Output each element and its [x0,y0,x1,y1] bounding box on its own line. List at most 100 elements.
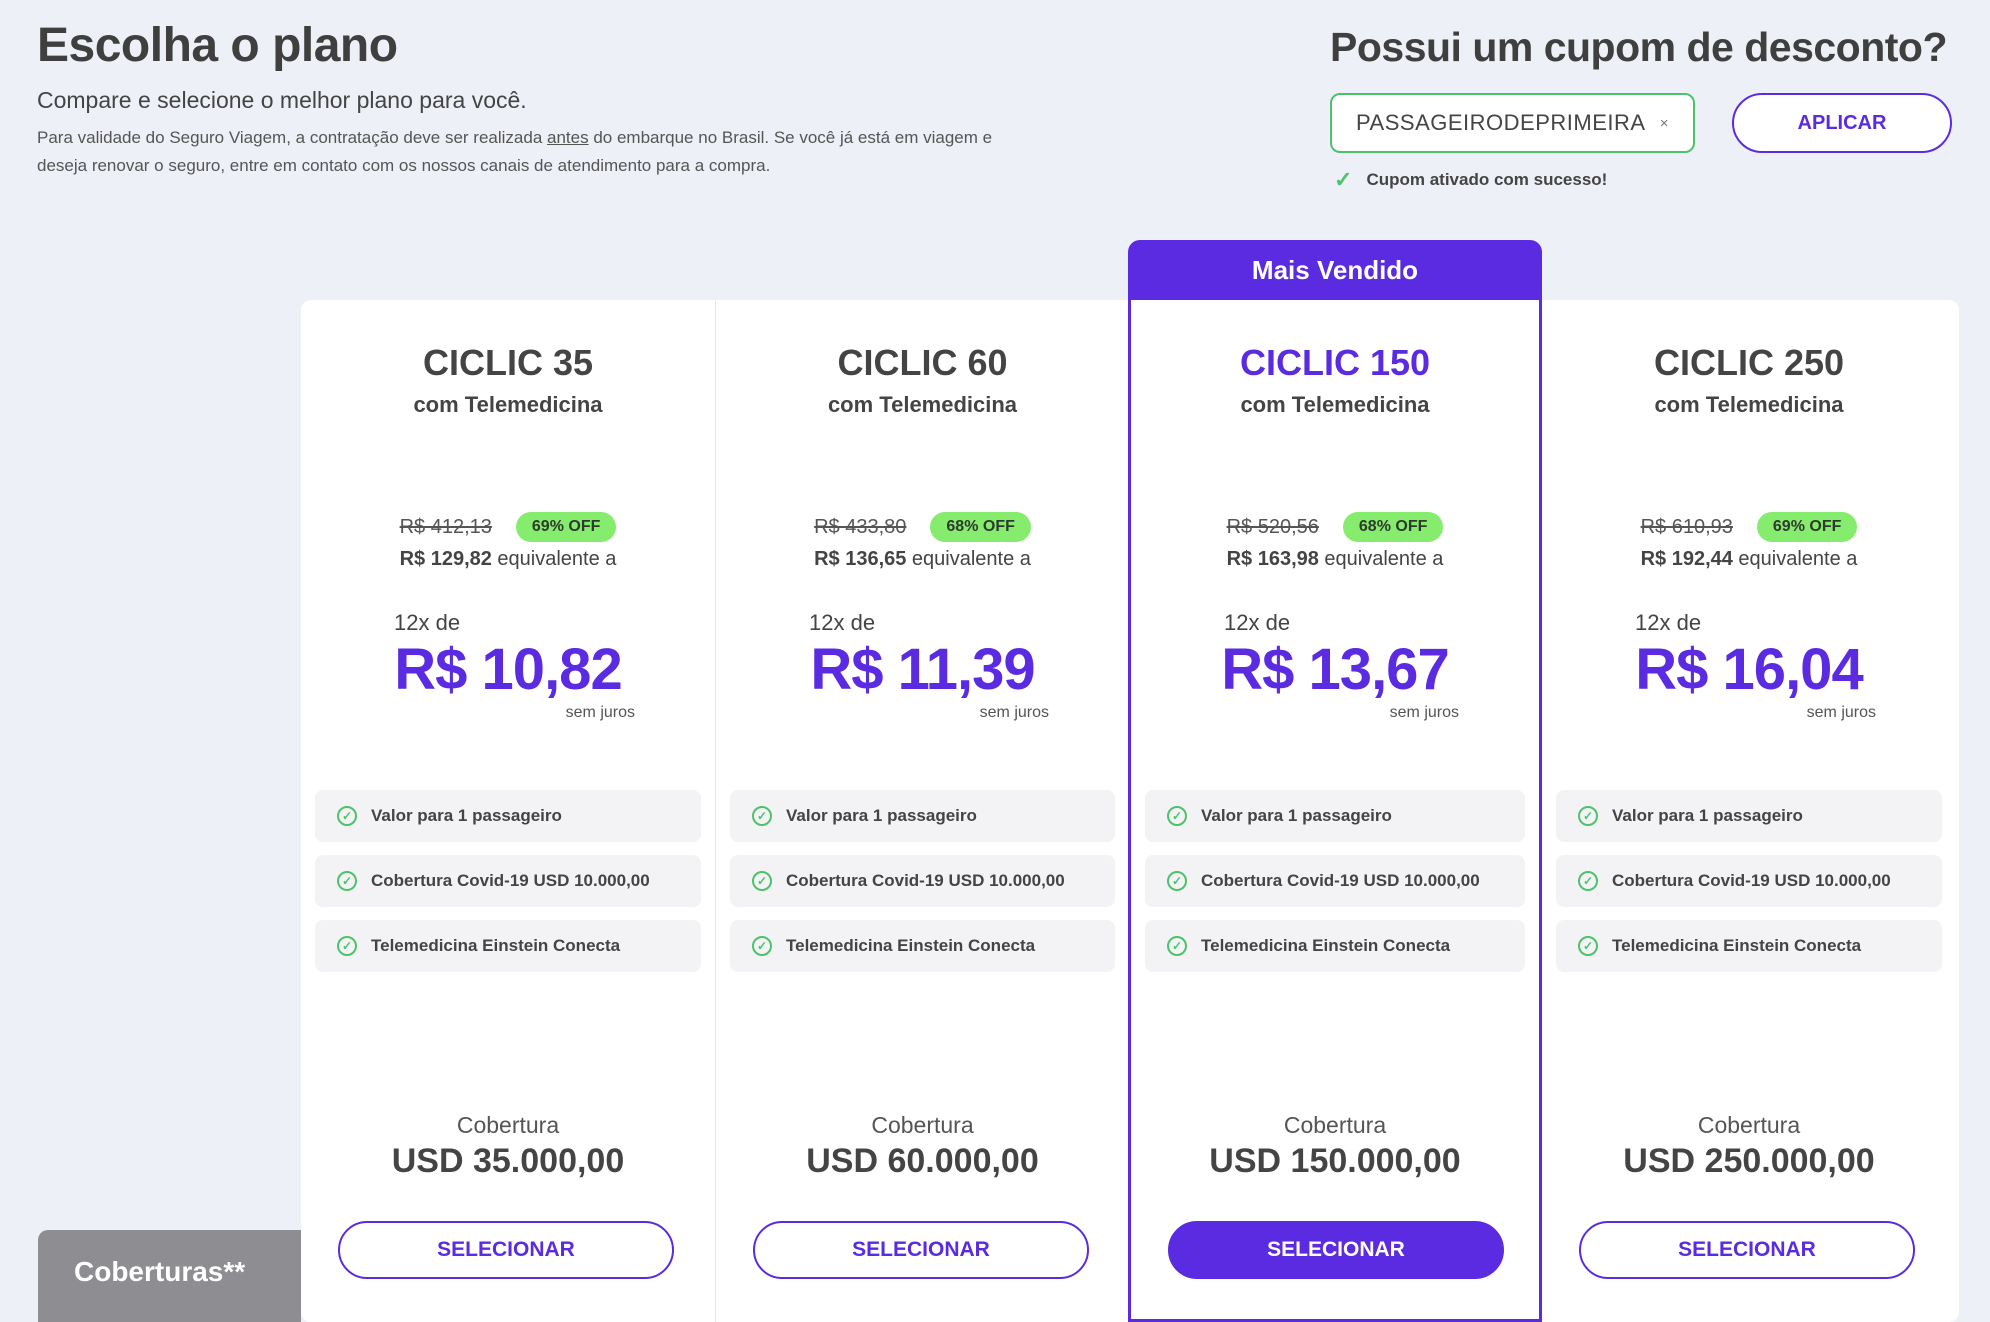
no-interest-label: sem juros [565,704,635,721]
discount-badge: 68% OFF [1342,512,1444,542]
equiv-text: equivalente a [1732,548,1858,570]
check-circle-icon: ✓ [752,936,772,956]
feature-text: Cobertura Covid-19 USD 10.000,00 [1201,871,1480,890]
plan-card: CICLIC 60 com Telemedicina R$ 433,80 68%… [715,300,1129,1322]
clear-icon[interactable]: × [1660,115,1669,132]
coupon-value: PASSAGEIRODEPRIMEIRA [1356,110,1646,135]
select-plan-button[interactable]: SELECIONAR [338,1221,674,1279]
equiv-text: equivalente a [491,548,617,570]
installments-label: 12x de [809,610,876,635]
total-price-line: R$ 192,44 equivalente a [1542,548,1956,571]
no-interest-label: sem juros [1389,704,1459,721]
coupon-success-message: ✓ Cupom ativado com sucesso! [1334,167,1970,193]
coberturas-tab[interactable]: Coberturas** [38,1230,301,1322]
coupon-input[interactable]: PASSAGEIRODEPRIMEIRA × [1330,93,1695,153]
feature-text: Cobertura Covid-19 USD 10.000,00 [1612,871,1891,890]
no-interest-label: sem juros [1806,704,1876,721]
total-price-line: R$ 129,82 equivalente a [301,548,715,571]
feature-text: Valor para 1 passageiro [786,806,977,825]
feature-item: ✓ Cobertura Covid-19 USD 10.000,00 [1145,855,1525,907]
feature-text: Valor para 1 passageiro [1612,806,1803,825]
coupon-row: PASSAGEIRODEPRIMEIRA × APLICAR [1330,93,1970,153]
check-circle-icon: ✓ [1167,806,1187,826]
feature-text: Telemedicina Einstein Conecta [1612,936,1862,955]
coverage-label: Cobertura [1283,1112,1387,1138]
total-price: R$ 192,44 [1640,548,1733,570]
old-price: R$ 520,56 [1226,515,1319,538]
installment-price: R$ 10,82 [394,637,622,702]
feature-item: ✓ Valor para 1 passageiro [730,790,1115,842]
check-circle-icon: ✓ [1578,871,1598,891]
feature-list: ✓ Valor para 1 passageiro ✓ Cobertura Co… [730,790,1115,985]
coverage-value: USD 60.000,00 [806,1142,1039,1180]
no-interest-label: sem juros [979,704,1049,721]
feature-list: ✓ Valor para 1 passageiro ✓ Cobertura Co… [1145,790,1525,985]
price-row: R$ 520,56 68% OFF [1131,512,1539,542]
notice-emphasis: antes [547,128,589,147]
feature-item: ✓ Cobertura Covid-19 USD 10.000,00 [730,855,1115,907]
total-price-line: R$ 163,98 equivalente a [1131,548,1539,571]
discount-badge: 69% OFF [515,512,617,542]
feature-text: Cobertura Covid-19 USD 10.000,00 [371,871,650,890]
feature-item: ✓ Valor para 1 passageiro [1556,790,1942,842]
coupon-section: Possui um cupom de desconto? PASSAGEIROD… [1330,24,1970,193]
plan-card: CICLIC 150 com Telemedicina R$ 520,56 68… [1128,300,1542,1322]
check-circle-icon: ✓ [1578,806,1598,826]
price-row: R$ 433,80 68% OFF [716,512,1129,542]
feature-item: ✓ Telemedicina Einstein Conecta [315,920,701,972]
price-row: R$ 412,13 69% OFF [301,512,715,542]
installment-price: R$ 11,39 [810,637,1035,702]
check-circle-icon: ✓ [752,806,772,826]
coupon-success-text: Cupom ativado com sucesso! [1366,170,1608,189]
coupon-title: Possui um cupom de desconto? [1330,24,1948,70]
feature-text: Telemedicina Einstein Conecta [786,936,1036,955]
old-price: R$ 610,93 [1640,515,1733,538]
discount-badge: 69% OFF [1756,512,1858,542]
check-circle-icon: ✓ [337,871,357,891]
plan-name: CICLIC 35 [422,342,594,383]
feature-text: Valor para 1 passageiro [1201,806,1392,825]
coverage-label: Cobertura [871,1112,974,1138]
installments-label: 12x de [1635,610,1702,635]
check-circle-icon: ✓ [1167,871,1187,891]
installments-label: 12x de [1224,610,1291,635]
plan-name: CICLIC 250 [1653,342,1845,383]
price-row: R$ 610,93 69% OFF [1542,512,1956,542]
old-price: R$ 433,80 [814,515,907,538]
feature-text: Telemedicina Einstein Conecta [1201,936,1451,955]
total-price: R$ 129,82 [399,548,492,570]
validity-notice: Para validade do Seguro Viagem, a contra… [37,124,1037,180]
plan-subtitle: com Telemedicina [413,392,603,417]
check-circle-icon: ✓ [752,871,772,891]
feature-item: ✓ Cobertura Covid-19 USD 10.000,00 [315,855,701,907]
feature-list: ✓ Valor para 1 passageiro ✓ Cobertura Co… [1556,790,1942,985]
select-plan-button[interactable]: SELECIONAR [1579,1221,1915,1279]
feature-text: Telemedicina Einstein Conecta [371,936,621,955]
feature-item: ✓ Valor para 1 passageiro [315,790,701,842]
total-price: R$ 163,98 [1226,548,1319,570]
feature-list: ✓ Valor para 1 passageiro ✓ Cobertura Co… [315,790,701,985]
select-plan-button[interactable]: SELECIONAR [753,1221,1089,1279]
check-circle-icon: ✓ [337,806,357,826]
coverage-label: Cobertura [1697,1112,1801,1138]
select-plan-button[interactable]: SELECIONAR [1168,1221,1504,1279]
plan-subtitle: com Telemedicina [1654,392,1844,417]
feature-item: ✓ Telemedicina Einstein Conecta [1145,920,1525,972]
notice-text-start: Para validade do Seguro Viagem, a contra… [37,128,548,147]
coverage-value: USD 35.000,00 [391,1142,625,1180]
best-seller-badge: Mais Vendido [1128,240,1542,300]
coverage-value: USD 250.000,00 [1623,1142,1875,1180]
installment-price: R$ 13,67 [1221,637,1449,702]
check-circle-icon: ✓ [337,936,357,956]
equiv-text: equivalente a [906,548,1031,570]
page-title: Escolha o plano [37,19,398,72]
coverage-value: USD 150.000,00 [1209,1142,1461,1180]
apply-coupon-button[interactable]: APLICAR [1732,93,1952,153]
total-price: R$ 136,65 [814,548,907,570]
coverage-label: Cobertura [456,1112,560,1138]
discount-badge: 68% OFF [930,512,1031,542]
feature-item: ✓ Cobertura Covid-19 USD 10.000,00 [1556,855,1942,907]
equiv-text: equivalente a [1318,548,1444,570]
feature-item: ✓ Valor para 1 passageiro [1145,790,1525,842]
plan-card: CICLIC 250 com Telemedicina R$ 610,93 69… [1542,300,1956,1322]
